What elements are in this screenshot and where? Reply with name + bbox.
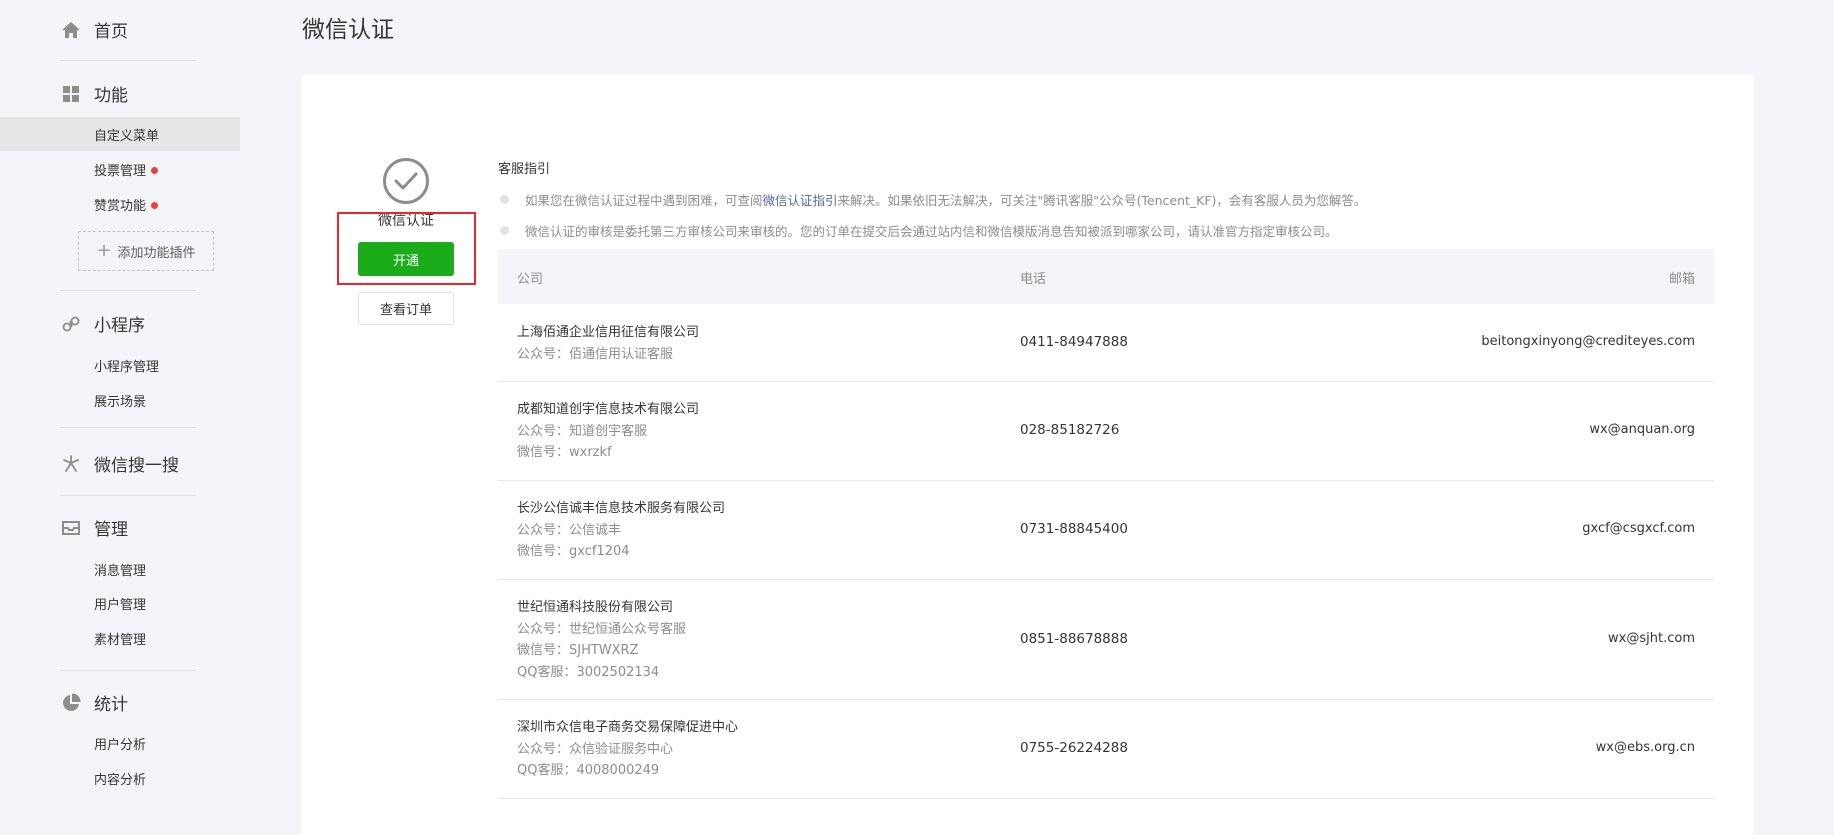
page-title: 微信认证 bbox=[302, 17, 394, 43]
phone-cell: 0731-88845400 bbox=[1020, 521, 1128, 537]
sidebar: 首页 功能 自定义菜单 投票管理 赞赏功能 + 添加功能插件 小程序 小程序管理… bbox=[0, 0, 240, 806]
company-cell: 成都知道创宇信息技术有限公司 公众号：知道创宇客服 微信号：wxrzkf bbox=[517, 399, 699, 464]
nav-function-label: 功能 bbox=[94, 86, 128, 106]
miniprogram-icon bbox=[60, 313, 82, 335]
guide-item-1: 如果您在微信认证过程中遇到困难，可查阅微信认证指引来解决。如果依旧无法解决，可关… bbox=[500, 190, 1366, 209]
home-icon bbox=[60, 19, 82, 41]
guide-title: 客服指引 bbox=[498, 162, 551, 177]
company-meta: QQ客服：3002502134 bbox=[517, 664, 660, 680]
grid-icon bbox=[60, 83, 82, 105]
company-cell: 深圳市众信电子商务交易保障促进中心 公众号：众信验证服务中心 QQ客服：4008… bbox=[517, 717, 738, 782]
sidebar-item-messages[interactable]: 消息管理 bbox=[94, 560, 146, 579]
sidebar-item-label: 赞赏功能 bbox=[94, 199, 147, 214]
divider bbox=[60, 670, 196, 671]
bullet-icon bbox=[500, 195, 509, 204]
cert-guide-link[interactable]: 微信认证指引 bbox=[763, 193, 838, 208]
company-meta: 微信号：wxrzkf bbox=[517, 445, 612, 460]
guide-text-post: 来解决。如果依旧无法解决，可关注"腾讯客服"公众号(Tencent_KF)，会有… bbox=[837, 193, 1367, 208]
phone-cell: 028-85182726 bbox=[1020, 422, 1120, 438]
divider bbox=[60, 290, 196, 291]
company-name: 世纪恒通科技股份有限公司 bbox=[517, 600, 674, 615]
sidebar-item-users[interactable]: 用户管理 bbox=[94, 594, 146, 613]
search-star-icon bbox=[60, 453, 82, 475]
sidebar-item-custom-menu[interactable]: 自定义菜单 bbox=[94, 125, 159, 144]
guide-item-text: 微信认证的审核是委托第三方审核公司来审核的。您的订单在提交后会通过站内信和微信模… bbox=[525, 224, 1338, 239]
company-name: 长沙公信诚丰信息技术服务有限公司 bbox=[517, 501, 726, 516]
email-cell: wx@ebs.org.cn bbox=[1595, 740, 1695, 755]
table-row: 成都知道创宇信息技术有限公司 公众号：知道创宇客服 微信号：wxrzkf 028… bbox=[498, 381, 1714, 481]
highlight-box bbox=[337, 212, 476, 285]
nav-function[interactable]: 功能 bbox=[60, 81, 128, 106]
company-meta: 公众号：知道创宇客服 bbox=[517, 423, 648, 439]
view-orders-button[interactable]: 查看订单 bbox=[358, 292, 454, 325]
new-badge-dot bbox=[151, 167, 159, 174]
company-meta: 公众号：公信诚丰 bbox=[517, 522, 622, 538]
nav-search[interactable]: 微信搜一搜 bbox=[60, 451, 179, 476]
company-cell: 上海佰通企业信用征信有限公司 公众号：佰通信用认证客服 bbox=[517, 322, 699, 365]
divider bbox=[60, 60, 196, 61]
sidebar-item-materials[interactable]: 素材管理 bbox=[94, 629, 146, 648]
check-circle-icon bbox=[383, 158, 429, 204]
divider bbox=[60, 495, 196, 496]
add-plugin-button[interactable]: + 添加功能插件 bbox=[78, 231, 214, 271]
add-plugin-label: 添加功能插件 bbox=[117, 245, 196, 261]
table-row: 深圳市众信电子商务交易保障促进中心 公众号：众信验证服务中心 QQ客服：4008… bbox=[498, 699, 1714, 799]
company-cell: 世纪恒通科技股份有限公司 公众号：世纪恒通公众号客服 微信号：SJHTWXRZ … bbox=[517, 597, 686, 683]
guide-item-text: 如果您在微信认证过程中遇到困难，可查阅微信认证指引来解决。如果依旧无法解决，可关… bbox=[525, 190, 1366, 209]
nav-stats-label: 统计 bbox=[94, 695, 128, 715]
company-meta: 公众号：众信验证服务中心 bbox=[517, 741, 674, 757]
nav-home[interactable]: 首页 bbox=[60, 17, 128, 42]
company-name: 成都知道创宇信息技术有限公司 bbox=[517, 402, 700, 417]
sidebar-item-content-analysis[interactable]: 内容分析 bbox=[94, 769, 146, 788]
phone-cell: 0851-88678888 bbox=[1020, 631, 1128, 647]
company-cell: 长沙公信诚丰信息技术服务有限公司 公众号：公信诚丰 微信号：gxcf1204 bbox=[517, 498, 725, 563]
phone-cell: 0411-84947888 bbox=[1020, 334, 1128, 350]
company-meta: 微信号：SJHTWXRZ bbox=[517, 643, 639, 658]
table-row: 世纪恒通科技股份有限公司 公众号：世纪恒通公众号客服 微信号：SJHTWXRZ … bbox=[498, 579, 1714, 700]
sidebar-item-display-scene[interactable]: 展示场景 bbox=[94, 391, 146, 410]
header-phone: 电话 bbox=[1020, 272, 1047, 287]
guide-item-2: 微信认证的审核是委托第三方审核公司来审核的。您的订单在提交后会通过站内信和微信模… bbox=[500, 221, 1338, 240]
plus-icon: + bbox=[96, 240, 112, 261]
sidebar-item-user-analysis[interactable]: 用户分析 bbox=[94, 734, 146, 753]
nav-stats[interactable]: 统计 bbox=[60, 690, 128, 715]
sidebar-item-reward[interactable]: 赞赏功能 bbox=[94, 195, 159, 214]
divider bbox=[60, 427, 196, 428]
new-badge-dot bbox=[151, 202, 159, 209]
nav-miniprogram-label: 小程序 bbox=[94, 316, 145, 336]
company-name: 深圳市众信电子商务交易保障促进中心 bbox=[517, 720, 739, 735]
header-company: 公司 bbox=[517, 272, 544, 287]
sidebar-item-label: 投票管理 bbox=[94, 164, 147, 179]
company-meta: 公众号：佰通信用认证客服 bbox=[517, 346, 674, 362]
company-meta: 公众号：世纪恒通公众号客服 bbox=[517, 621, 687, 637]
nav-miniprogram[interactable]: 小程序 bbox=[60, 311, 145, 336]
table-row: 长沙公信诚丰信息技术服务有限公司 公众号：公信诚丰 微信号：gxcf1204 0… bbox=[498, 480, 1714, 580]
company-name: 上海佰通企业信用征信有限公司 bbox=[517, 325, 700, 340]
sidebar-item-vote[interactable]: 投票管理 bbox=[94, 160, 159, 179]
company-meta: 微信号：gxcf1204 bbox=[517, 544, 630, 559]
nav-home-label: 首页 bbox=[94, 22, 128, 42]
nav-manage[interactable]: 管理 bbox=[60, 515, 128, 540]
nav-search-label: 微信搜一搜 bbox=[94, 456, 179, 476]
company-meta: QQ客服：4008000249 bbox=[517, 763, 660, 778]
nav-manage-label: 管理 bbox=[94, 520, 128, 540]
bullet-icon bbox=[500, 226, 509, 235]
guide-text-pre: 如果您在微信认证过程中遇到困难，可查阅 bbox=[525, 193, 763, 208]
pie-chart-icon bbox=[60, 692, 82, 714]
email-cell: wx@anquan.org bbox=[1589, 422, 1695, 437]
email-cell: gxcf@csgxcf.com bbox=[1582, 521, 1695, 536]
inbox-icon bbox=[60, 517, 82, 539]
sidebar-item-miniprogram-manage[interactable]: 小程序管理 bbox=[94, 356, 159, 375]
table-row: 上海佰通企业信用征信有限公司 公众号：佰通信用认证客服 0411-8494788… bbox=[498, 304, 1714, 382]
phone-cell: 0755-26224288 bbox=[1020, 740, 1128, 756]
table-header: 公司 电话 邮箱 bbox=[498, 249, 1714, 304]
email-cell: beitongxinyong@crediteyes.com bbox=[1481, 334, 1695, 349]
email-cell: wx@sjht.com bbox=[1608, 631, 1695, 646]
header-email: 邮箱 bbox=[1668, 272, 1695, 287]
